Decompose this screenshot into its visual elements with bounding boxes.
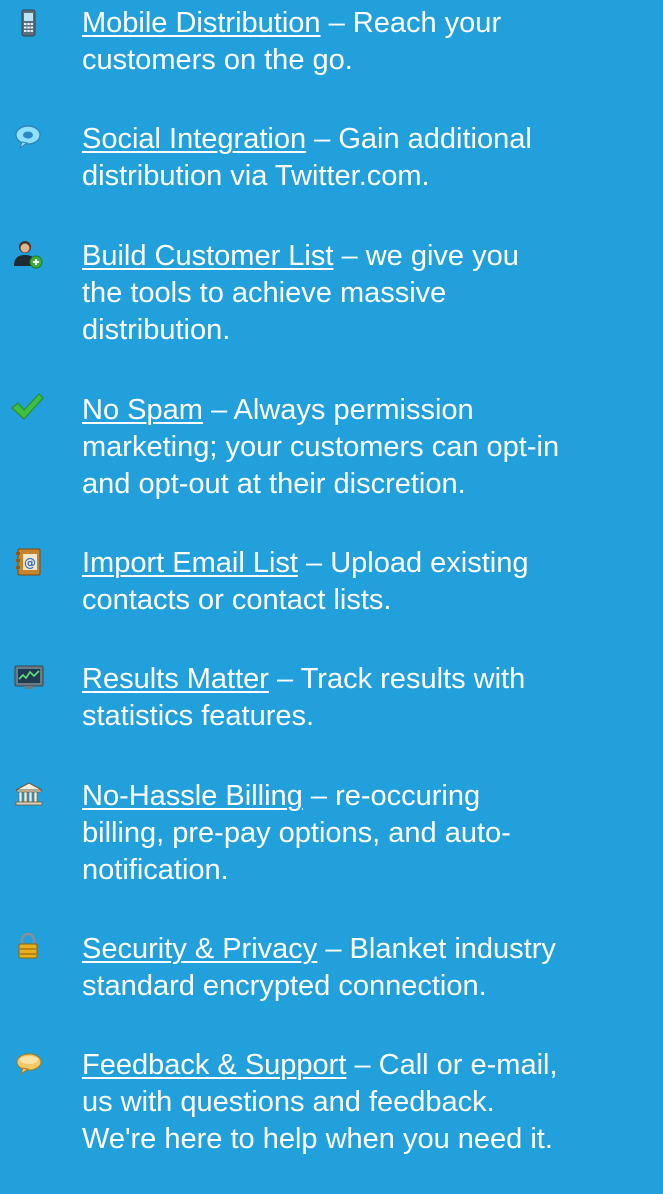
user-add-icon [12, 238, 43, 269]
feature-description: standard encrypted connection. [82, 970, 487, 1002]
feature-link-social-integration[interactable]: Social Integration [82, 123, 306, 155]
feature-description: statistics features. [82, 700, 315, 732]
feature-description: notification. [82, 854, 229, 886]
feature-text: Security & Privacy – Blanket industry st… [82, 931, 658, 1005]
feature-link-feedback-support[interactable]: Feedback & Support [82, 1049, 346, 1081]
feature-text: Build Customer List – we give you the to… [82, 238, 658, 349]
feature-link-import-email-list[interactable]: Import Email List [82, 547, 298, 579]
feature-link-mobile-distribution[interactable]: Mobile Distribution [82, 7, 321, 39]
feature-text: Feedback & Support – Call or e-mail, us … [82, 1047, 658, 1158]
feature-description: Reach your [352, 7, 502, 39]
svg-text:@: @ [24, 556, 36, 570]
feature-description: customers on the go. [82, 44, 353, 76]
feature-description: us with questions and feedback. [82, 1086, 495, 1118]
checkmark-icon [10, 392, 44, 420]
feature-description: Always permission [233, 394, 474, 426]
statistics-monitor-icon [14, 664, 44, 692]
feature-text: Results Matter – Track results with stat… [82, 661, 658, 735]
chat-bubble-icon [14, 123, 42, 151]
address-book-icon: @ [14, 547, 42, 576]
speech-bubble-icon [14, 1051, 42, 1079]
padlock-icon [14, 932, 42, 960]
feature-link-build-customer-list[interactable]: Build Customer List [82, 240, 333, 272]
feature-description: billing, pre-pay options, and auto- [82, 817, 511, 849]
feature-description: contacts or contact lists. [82, 584, 392, 616]
bank-icon [14, 781, 43, 809]
feature-description: we give you [365, 240, 519, 272]
feature-description: Track results with [300, 663, 526, 695]
feature-text: No Spam – Always permission marketing; y… [82, 392, 658, 503]
mobile-phone-icon [14, 8, 42, 37]
feature-link-no-hassle-billing[interactable]: No-Hassle Billing [82, 780, 303, 812]
feature-list: Mobile Distribution – Reach your custome… [0, 0, 663, 1194]
feature-description: distribution via Twitter.com. [82, 160, 430, 192]
feature-description: the tools to achieve massive [82, 277, 447, 309]
feature-description: distribution. [82, 314, 231, 346]
feature-description: marketing; your customers can opt-in [82, 431, 560, 463]
feature-link-security-privacy[interactable]: Security & Privacy [82, 933, 317, 965]
feature-link-results-matter[interactable]: Results Matter [82, 663, 269, 695]
feature-description: We're here to help when you need it. [82, 1123, 553, 1155]
feature-description: Call or e-mail, [378, 1049, 558, 1081]
feature-description: and opt-out at their discretion. [82, 468, 466, 500]
feature-description: Blanket industry [349, 933, 556, 965]
feature-description: Upload existing [330, 547, 529, 579]
feature-description: Gain additional [338, 123, 532, 155]
feature-text: No-Hassle Billing – re-occuring billing,… [82, 778, 658, 889]
feature-link-no-spam[interactable]: No Spam [82, 394, 203, 426]
feature-text: Social Integration – Gain additional dis… [82, 121, 658, 195]
feature-text: Import Email List – Upload existing cont… [82, 545, 658, 619]
feature-text: Mobile Distribution – Reach your custome… [82, 5, 658, 79]
feature-description: re-occuring [335, 780, 481, 812]
